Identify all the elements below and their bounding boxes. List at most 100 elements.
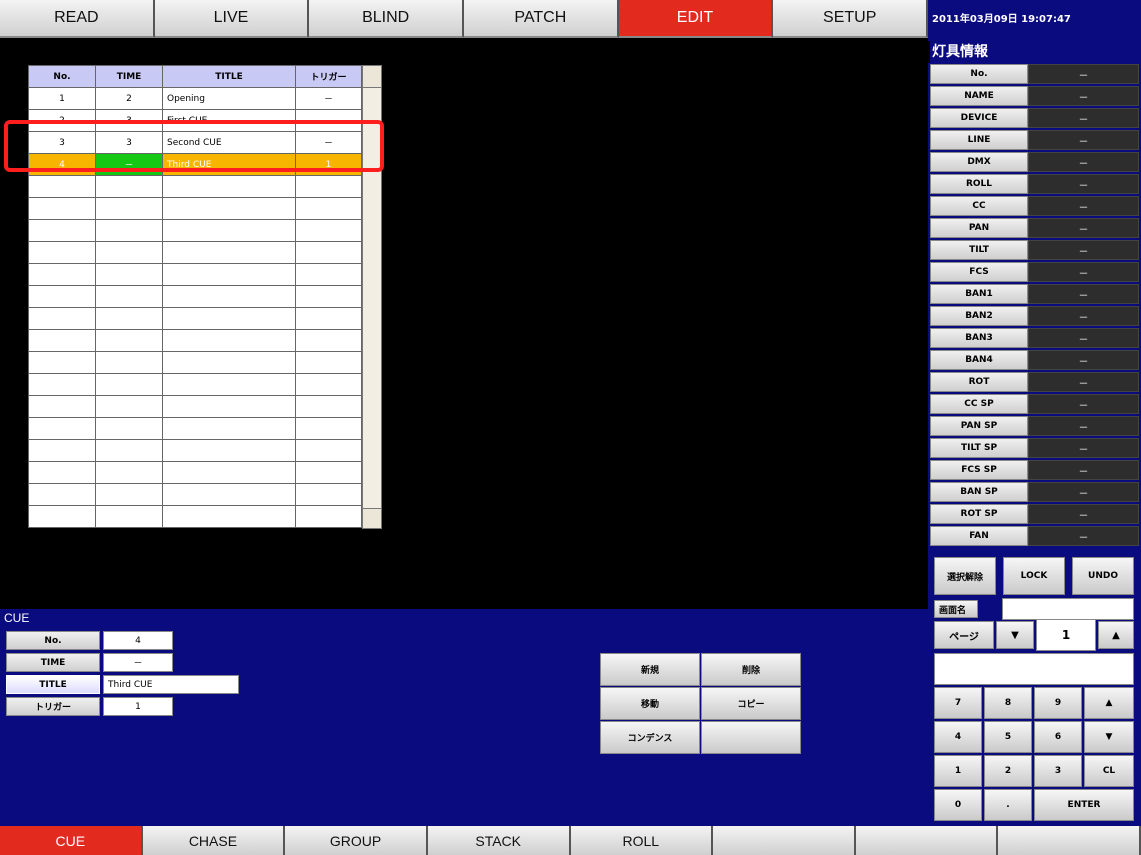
page-up-button[interactable]: ▲ [1098,621,1134,649]
tab-patch[interactable]: PATCH [464,0,619,38]
key-up[interactable]: ▲ [1084,687,1134,719]
key-1[interactable]: 1 [934,755,982,787]
fixture-info-row: BAN SP － [930,482,1139,502]
table-row[interactable] [28,241,362,264]
tab-empty-8[interactable] [998,826,1141,855]
table-row[interactable] [28,373,362,396]
cue-time-field[interactable]: － [103,653,173,672]
fixture-info-row: FAN － [930,526,1139,546]
fixture-info-panel: No. － NAME － DEVICE － LINE － DMX － ROLL － CC － PAN － TIL… [928,63,1141,549]
scroll-down-button[interactable] [363,508,381,528]
table-row[interactable] [28,395,362,418]
tab-cue[interactable]: CUE [0,826,143,855]
fixture-info-value: － [1028,416,1139,436]
cell-empty [28,219,96,242]
triangle-up-icon: ▲ [1112,629,1120,641]
key-8[interactable]: 8 [984,687,1032,719]
tab-setup[interactable]: SETUP [773,0,929,38]
copy-cue-button[interactable]: コピー [701,687,801,720]
new-cue-button[interactable]: 新規 [600,653,700,686]
cell-empty [295,483,362,506]
tab-group[interactable]: GROUP [285,826,428,855]
cell-empty [95,395,163,418]
highlight-rows-3-4 [4,120,384,172]
table-row[interactable]: 1 2 Opening － [28,87,362,110]
cell-empty [95,197,163,220]
table-row[interactable] [28,505,362,528]
table-row[interactable] [28,197,362,220]
key-5[interactable]: 5 [984,721,1032,753]
key-6[interactable]: 6 [1034,721,1082,753]
fixture-info-row: DEVICE － [930,108,1139,128]
key-decimal[interactable]: . [984,789,1032,821]
key-0[interactable]: 0 [934,789,982,821]
table-row[interactable] [28,307,362,330]
fixture-info-row: BAN1 － [930,284,1139,304]
fixture-info-value: － [1028,196,1139,216]
table-row[interactable] [28,329,362,352]
cell-empty [28,175,96,198]
delete-cue-button[interactable]: 削除 [701,653,801,686]
lock-button[interactable]: LOCK [1003,557,1065,595]
fixture-info-label: ROLL [930,174,1028,194]
cue-trigger-label: トリガー [6,697,100,716]
table-row[interactable] [28,285,362,308]
fixture-info-label: PAN [930,218,1028,238]
tab-blind[interactable]: BLIND [309,0,465,38]
cell-empty [95,285,163,308]
fixture-info-label: FCS [930,262,1028,282]
cue-title-field[interactable]: Third CUE [103,675,239,694]
cell-empty [295,219,362,242]
cue-no-label: No. [6,631,100,650]
cell-empty [95,219,163,242]
fixture-info-value: － [1028,328,1139,348]
tab-stack[interactable]: STACK [427,826,571,855]
tab-edit[interactable]: EDIT [618,0,774,38]
fixture-info-row: NAME － [930,86,1139,106]
enter-button[interactable]: ENTER [1034,789,1134,821]
tab-live[interactable]: LIVE [154,0,310,38]
cell-empty [162,483,296,506]
clear-button[interactable]: CL [1084,755,1134,787]
table-row[interactable] [28,351,362,374]
page-number-field[interactable]: 1 [1036,619,1096,651]
cue-trigger-field[interactable]: 1 [103,697,173,716]
numeric-entry-field[interactable] [934,653,1134,685]
key-7[interactable]: 7 [934,687,982,719]
fixture-info-row: DMX － [930,152,1139,172]
fixture-info-label: BAN3 [930,328,1028,348]
table-row[interactable] [28,263,362,286]
key-4[interactable]: 4 [934,721,982,753]
key-down[interactable]: ▼ [1084,721,1134,753]
undo-button[interactable]: UNDO [1072,557,1134,595]
key-9[interactable]: 9 [1034,687,1082,719]
fixture-info-label: DEVICE [930,108,1028,128]
key-2[interactable]: 2 [984,755,1032,787]
cell-empty [95,351,163,374]
blank-action-button[interactable] [701,721,801,754]
scroll-up-button[interactable] [363,66,381,88]
table-row[interactable] [28,439,362,462]
tab-roll[interactable]: ROLL [570,826,714,855]
deselect-button[interactable]: 選択解除 [934,557,996,595]
triangle-down-icon: ▼ [1105,732,1113,742]
key-3[interactable]: 3 [1034,755,1082,787]
condense-button[interactable]: コンデンス [600,721,700,754]
tab-chase[interactable]: CHASE [142,826,286,855]
page-down-button[interactable]: ▼ [996,621,1034,649]
cell-empty [95,307,163,330]
table-row[interactable] [28,175,362,198]
fixture-info-value: － [1028,240,1139,260]
table-row[interactable] [28,417,362,440]
tab-read[interactable]: READ [0,0,155,38]
move-cue-button[interactable]: 移動 [600,687,700,720]
table-row[interactable] [28,461,362,484]
table-row[interactable] [28,219,362,242]
screen-name-field[interactable] [1002,598,1134,620]
cue-no-field[interactable]: 4 [103,631,173,650]
cell-empty [295,175,362,198]
tab-empty-6[interactable] [713,826,856,855]
fixture-info-label: BAN4 [930,350,1028,370]
table-row[interactable] [28,483,362,506]
tab-empty-7[interactable] [855,826,999,855]
